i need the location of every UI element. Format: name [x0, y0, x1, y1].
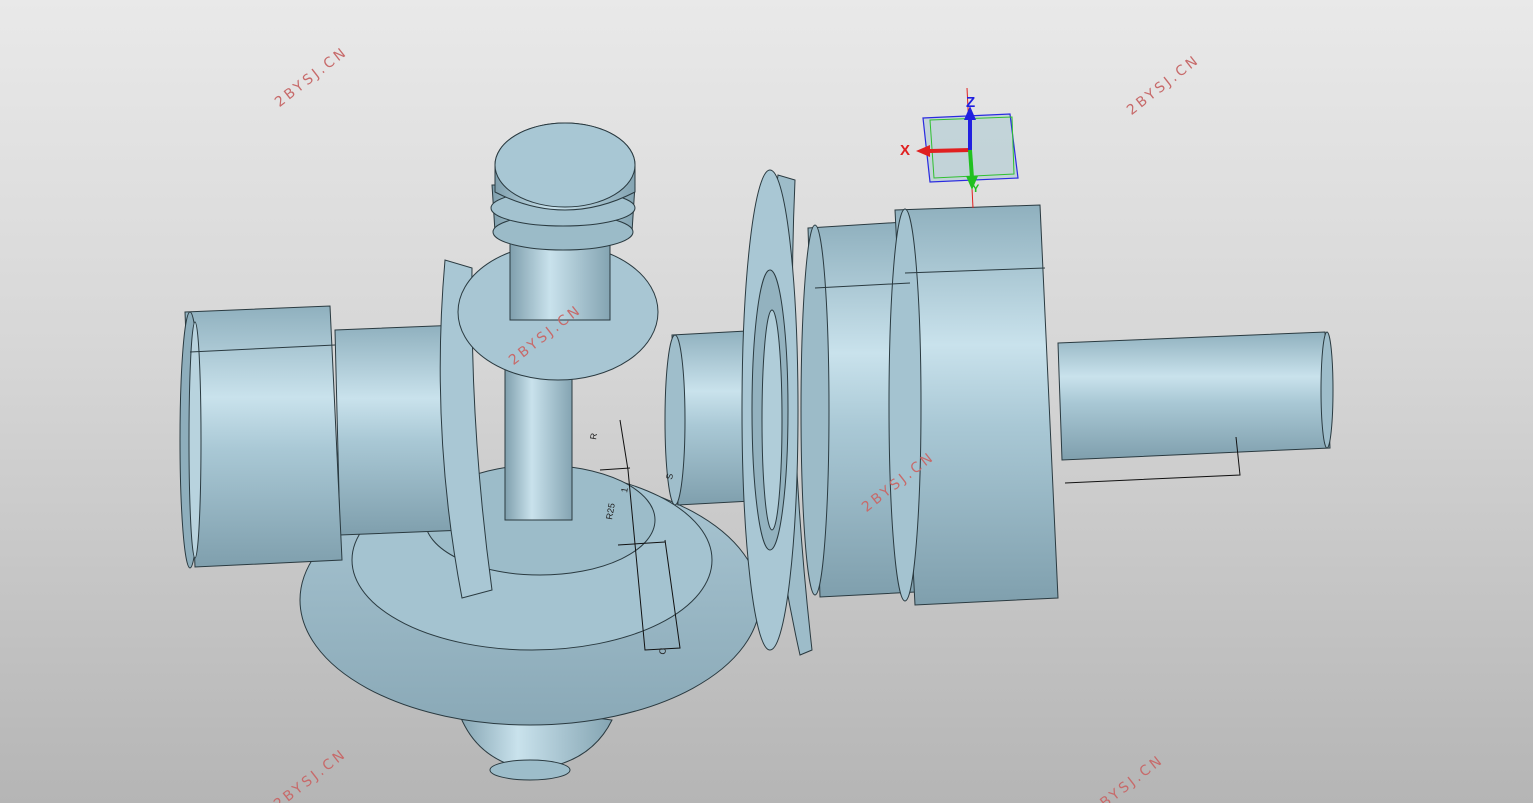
axis-x-label: X: [900, 142, 911, 159]
output-shaft[interactable]: [1057, 331, 1334, 461]
right-housing[interactable]: [800, 204, 1059, 606]
axis-z-label: Z: [966, 94, 976, 111]
3d-viewport[interactable]: R 1 R25 S C X Z Y 2BYSJ.CN 2BYSJ.CN 2BYS…: [0, 0, 1533, 803]
model-scene[interactable]: R 1 R25 S C: [0, 0, 1533, 803]
axis-y-label: Y: [972, 183, 980, 195]
dim-r: R: [588, 432, 599, 441]
left-bearing-housing[interactable]: [179, 305, 466, 569]
